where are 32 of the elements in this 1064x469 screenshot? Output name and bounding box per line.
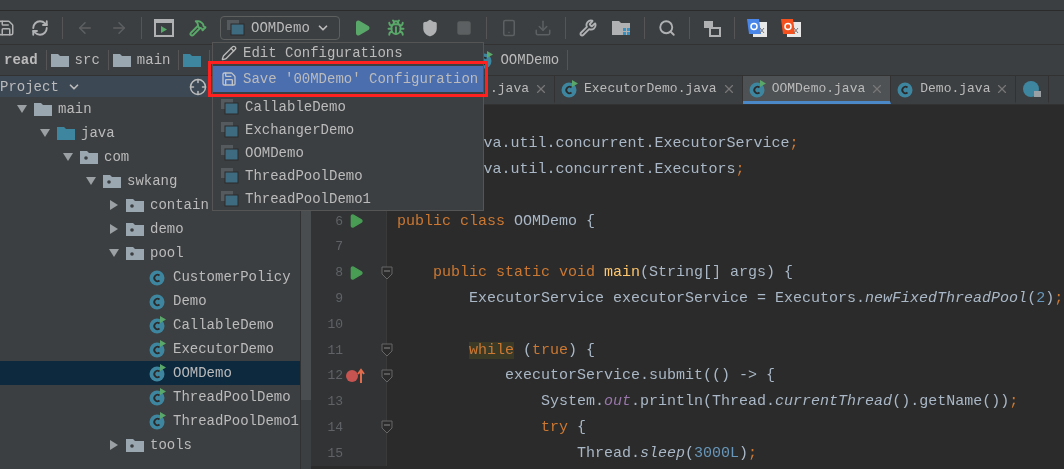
tree-item[interactable]: CallableDemo	[0, 313, 300, 337]
panel-title[interactable]: Project	[0, 78, 59, 95]
code-line: va.util.concurrent.Executors;	[482, 161, 745, 178]
code-line: System.out.println(Thread.currentThread().getName());	[540, 393, 1019, 411]
breadcrumb[interactable]: main	[108, 50, 180, 70]
code-line: ExecutorService executorService = Executors.newFixedThreadPool(2);	[468, 289, 1064, 307]
breadcrumb[interactable]: read	[0, 50, 47, 70]
tree-item[interactable]: tools	[0, 433, 300, 457]
menu-item[interactable]: ThreadPoolDemo	[213, 164, 483, 187]
menu-item[interactable]: ExchangerDemo	[213, 118, 483, 141]
tree-item[interactable]: ExecutorDemo	[0, 337, 300, 361]
menu-item[interactable]: CallableDemo	[213, 95, 483, 118]
tree-item[interactable]: CustomerPolicy	[0, 265, 300, 289]
tree-item[interactable]: Demo	[0, 289, 300, 313]
code-line: Thread.sleep(3000L);	[576, 444, 758, 462]
menu-item[interactable]: ThreadPoolDemo1	[213, 187, 483, 210]
editor-tab[interactable]: ExecutorDemo.java	[555, 76, 743, 104]
tree-item[interactable]: pool	[0, 241, 300, 265]
code-line: executorService.submit(() -> {	[504, 367, 776, 385]
code-line: public class OOMDemo {	[396, 212, 596, 230]
tree-item[interactable]: ThreadPoolDemo1	[0, 409, 300, 433]
editor-tab[interactable]: Demo.java	[891, 76, 1017, 104]
code-line: va.util.concurrent.ExecutorService;	[482, 135, 799, 153]
run-config-selector[interactable]: OOMDemo	[220, 15, 340, 40]
menu-item[interactable]: OOMDemo	[213, 141, 483, 164]
breadcrumb[interactable]: src	[46, 50, 109, 70]
code-line: public static void main(String[] args) {	[432, 264, 794, 282]
editor-tab[interactable]: OOMDemo.java	[742, 76, 892, 104]
code-line: try {	[540, 418, 587, 436]
tree-item[interactable]: ThreadPoolDemo	[0, 385, 300, 409]
tree-item[interactable]: demo	[0, 217, 300, 241]
tree-item[interactable]: OOMDemo	[0, 361, 300, 385]
